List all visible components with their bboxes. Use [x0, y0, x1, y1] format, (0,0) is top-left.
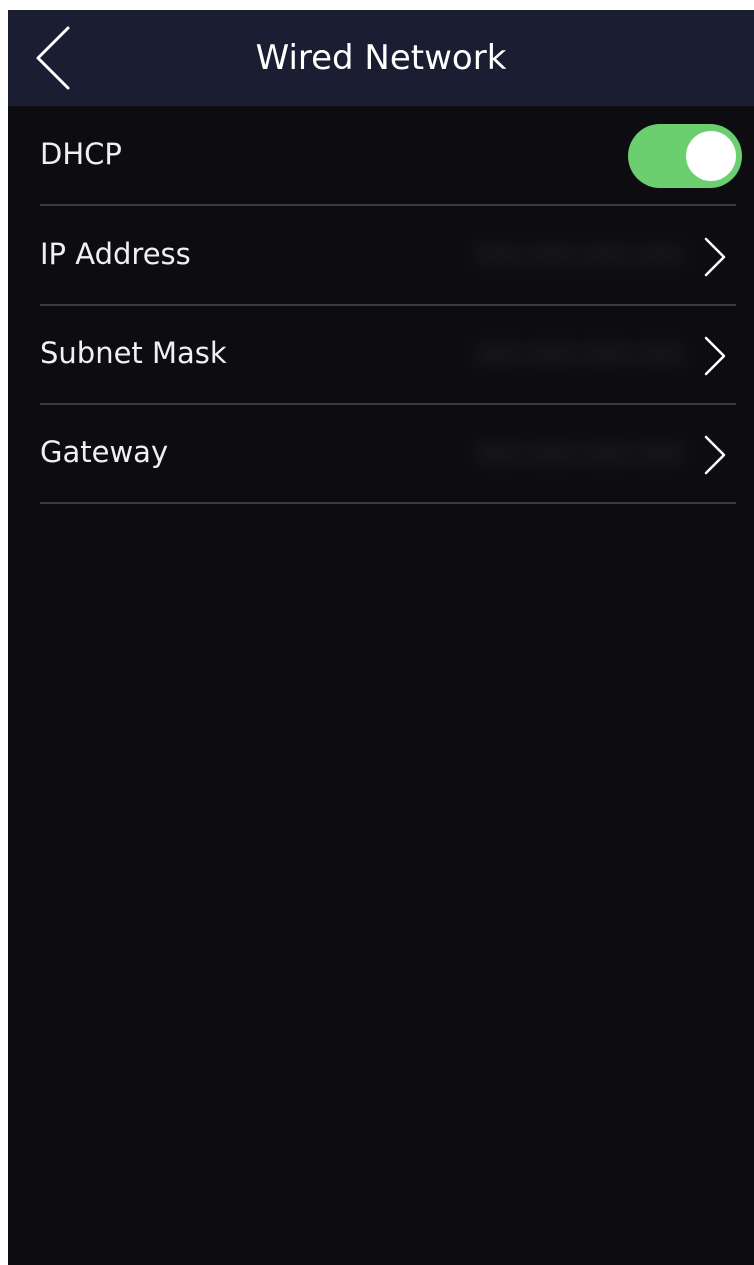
gateway-label: Gateway	[40, 435, 169, 469]
chevron-right-icon	[704, 237, 726, 277]
gateway-row[interactable]: Gateway xxx.xxx.xxx.xxx	[40, 404, 736, 504]
gateway-value: xxx.xxx.xxx.xxx	[474, 437, 684, 467]
dhcp-toggle[interactable]	[628, 124, 742, 188]
dhcp-label: DHCP	[40, 137, 122, 171]
ip-address-row[interactable]: IP Address xxx.xxx.xxx.xxx	[40, 206, 736, 306]
chevron-right-icon	[704, 336, 726, 376]
subnet-mask-row[interactable]: Subnet Mask xxx.xxx.xxx.xxx	[40, 305, 736, 405]
dhcp-row: DHCP	[40, 106, 742, 206]
ip-address-value: xxx.xxx.xxx.xxx	[474, 239, 684, 269]
chevron-right-icon	[704, 435, 726, 475]
subnet-mask-label: Subnet Mask	[40, 336, 227, 370]
page-title: Wired Network	[255, 38, 507, 78]
header-bar: Wired Network	[8, 10, 754, 106]
toggle-knob	[686, 131, 736, 181]
subnet-mask-value: xxx.xxx.xxx.xxx	[474, 338, 684, 368]
screen: Wired Network DHCP IP Address xxx.xxx.xx…	[8, 10, 754, 1265]
ip-address-label: IP Address	[40, 237, 191, 271]
